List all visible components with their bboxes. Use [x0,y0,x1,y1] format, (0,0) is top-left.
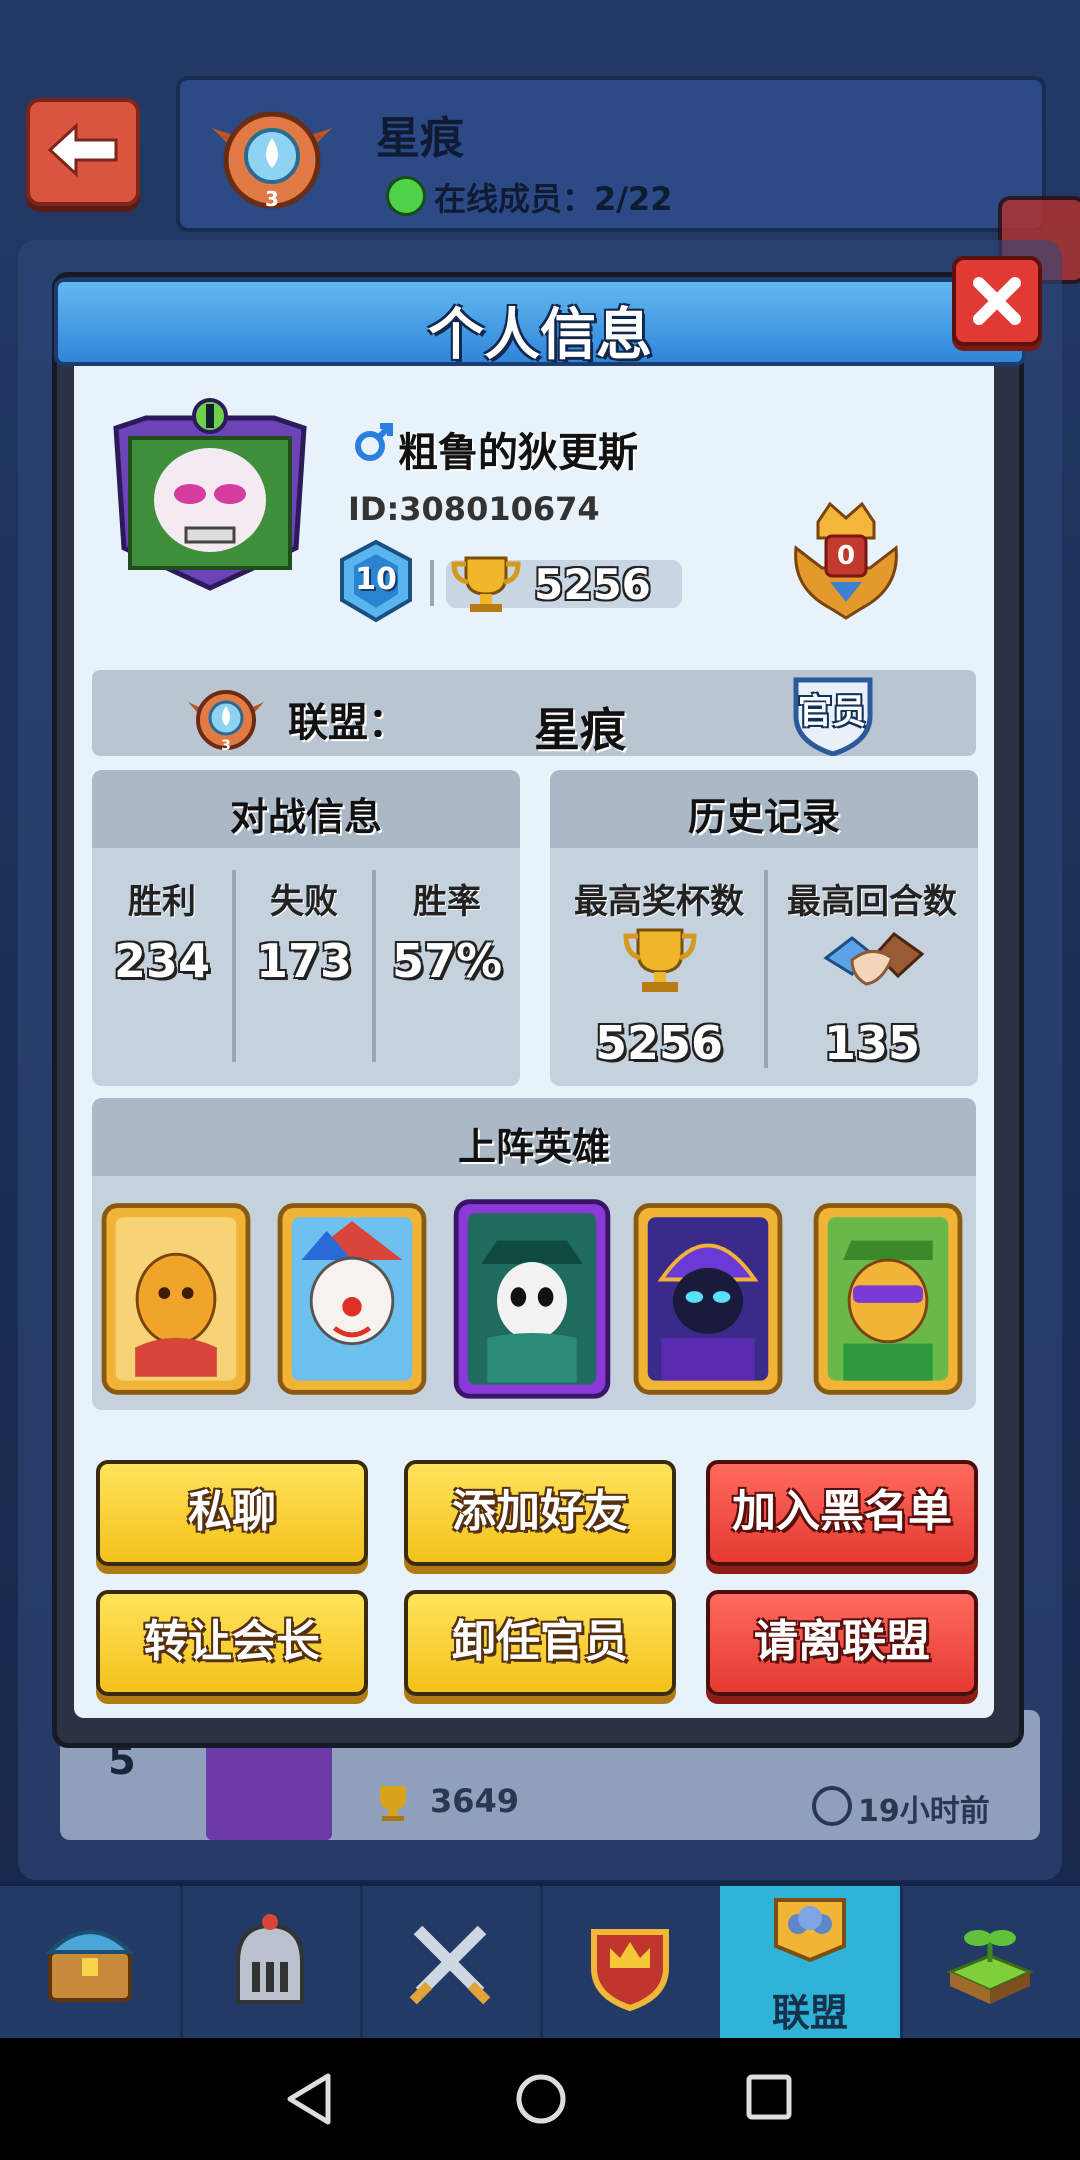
wins-label: 胜利 [128,882,196,922]
trophy-icon [451,556,521,612]
winrate-label: 胜率 [413,882,481,922]
chest-icon [45,1930,135,2002]
heroes-title: 上阵英雄 [457,1125,610,1169]
dialog-title-bar: 个人信息 [54,278,1026,368]
handshake-icon [823,932,925,986]
clan-value[interactable]: 星痕 [534,694,626,760]
resign-officer-button[interactable]: 卸任官员 [404,1590,676,1696]
max-trophies-label: 最高奖杯数 [574,882,744,922]
clan-label: 联盟： [288,700,408,746]
back-triangle-icon[interactable] [284,2072,334,2126]
nav-item-battle[interactable] [360,1886,543,2042]
clock-icon [812,1786,852,1826]
member-trophies: 3649 [430,1782,520,1820]
nav-item-leaderboard[interactable] [540,1886,723,2042]
trophy-icon [623,928,697,992]
recents-square-icon[interactable] [744,2072,794,2122]
clan-emblem-icon: 3 [188,690,264,754]
male-gender-icon [355,423,393,461]
player-name: 粗鲁的狄更斯 [398,430,638,476]
divider [430,560,434,606]
clan-header: 3 星痕 在线成员：2/22 [176,76,1046,232]
losses-value: 173 [255,934,353,988]
role-badge: 官员 [798,692,866,732]
add-friend-button[interactable]: 添加好友 [404,1460,676,1566]
max-rounds-label: 最高回合数 [787,882,957,922]
hero-card-green-riddler[interactable] [808,1192,968,1402]
nav-label-clan: 联盟 [771,1991,848,2035]
close-icon [973,277,1021,325]
kick-from-clan-button[interactable]: 请离联盟 [706,1590,978,1696]
winrate-value: 57% [391,934,503,988]
blacklist-button[interactable]: 加入黑名单 [706,1460,978,1566]
sprout-icon [946,1930,1034,2004]
transfer-leader-button[interactable]: 转让会长 [96,1590,368,1696]
close-button[interactable] [952,256,1042,346]
system-nav-bar [0,2038,1080,2160]
hero-card-dark-wizard[interactable] [628,1192,788,1402]
losses-label: 失败 [270,882,338,922]
max-trophies-value: 5256 [594,1016,724,1070]
hero-card-golden-warrior[interactable] [96,1192,256,1402]
nav-item-shop[interactable] [0,1886,183,2042]
back-button[interactable] [26,98,140,206]
clan-name: 星痕 [376,113,464,164]
member-avatar [206,1740,332,1840]
player-level: 10 [355,562,397,597]
online-status-icon [386,176,426,216]
svg-text:3: 3 [221,738,231,754]
trophy-icon [380,1786,406,1821]
member-last-seen: 19小时前 [858,1794,990,1829]
clan-emblem-icon: 3 [212,111,332,211]
back-arrow-icon [47,122,118,178]
max-rounds-value: 135 [823,1016,921,1070]
player-id: ID:308010674 [348,490,600,528]
nav-item-garden[interactable] [900,1886,1080,2042]
helmet-icon [236,1914,304,2004]
dialog-title: 个人信息 [428,303,652,368]
hero-card-clown[interactable] [272,1192,432,1402]
private-chat-button[interactable]: 私聊 [96,1460,368,1566]
player-trophies: 5256 [534,560,651,609]
battle-info-title: 对战信息 [229,795,382,839]
nav-item-heroes[interactable] [180,1886,363,2042]
crossed-swords-icon [409,1925,491,2005]
svg-text:3: 3 [265,187,279,211]
clan-icon [774,1898,846,1963]
crown-shield-icon [591,1929,669,2012]
bottom-nav: 联盟 [0,1882,1080,2042]
nav-item-clan[interactable]: 联盟 [720,1886,903,2042]
hero-card-masked-detective[interactable] [452,1192,612,1402]
player-avatar[interactable] [106,398,314,594]
wins-value: 234 [113,934,211,988]
rank-number: 0 [836,541,856,571]
online-members: 在线成员：2/22 [434,180,673,218]
home-circle-icon[interactable] [514,2072,568,2126]
history-title: 历史记录 [687,795,840,839]
